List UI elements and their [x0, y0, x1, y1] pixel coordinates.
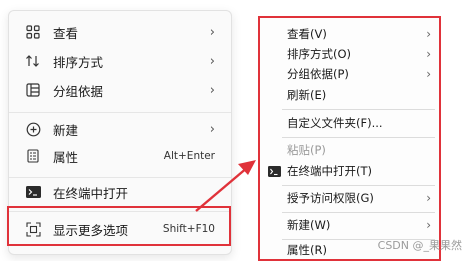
menu-separator	[282, 137, 435, 138]
watermark: CSDN @_果果然	[377, 239, 462, 252]
menu-item-label: 查看(V)	[287, 27, 327, 41]
menu-item-label: 自定义文件夹(F)...	[287, 116, 383, 130]
classic-item-sort[interactable]: 排序方式(O) ›	[260, 44, 439, 64]
menu-item-label: 排序方式(O)	[287, 47, 352, 61]
menu-separator	[282, 212, 435, 213]
classic-item-open-terminal[interactable]: 在终端中打开(T)	[260, 161, 439, 181]
menu-separator	[282, 185, 435, 186]
classic-item-customize-folder[interactable]: 自定义文件夹(F)...	[260, 113, 439, 133]
classic-context-menu: 查看(V) › 排序方式(O) › 分组依据(P) › 刷新(E) 自定义文件夹…	[258, 16, 441, 261]
classic-item-new[interactable]: 新建(W) ›	[260, 215, 439, 235]
menu-item-label: 刷新(E)	[287, 88, 327, 102]
menu-item-label: 新建(W)	[287, 218, 331, 232]
chevron-right-icon: ›	[426, 191, 431, 205]
classic-item-view[interactable]: 查看(V) ›	[260, 24, 439, 44]
menu-separator	[282, 109, 435, 110]
chevron-right-icon: ›	[426, 47, 431, 61]
chevron-right-icon: ›	[426, 27, 431, 41]
classic-item-refresh[interactable]: 刷新(E)	[260, 85, 439, 105]
chevron-right-icon: ›	[426, 218, 431, 232]
classic-item-paste: 粘贴(P)	[260, 140, 439, 160]
classic-item-give-access[interactable]: 授予访问权限(G) ›	[260, 188, 439, 208]
classic-item-group-by[interactable]: 分组依据(P) ›	[260, 64, 439, 84]
menu-item-label: 粘贴(P)	[287, 143, 326, 157]
menu-item-label: 授予访问权限(G)	[287, 191, 374, 205]
terminal-icon	[268, 165, 281, 177]
chevron-right-icon: ›	[426, 67, 431, 81]
menu-item-label: 在终端中打开(T)	[287, 164, 372, 178]
menu-item-label: 分组依据(P)	[287, 67, 349, 81]
menu-item-label: 属性(R)	[287, 243, 327, 257]
